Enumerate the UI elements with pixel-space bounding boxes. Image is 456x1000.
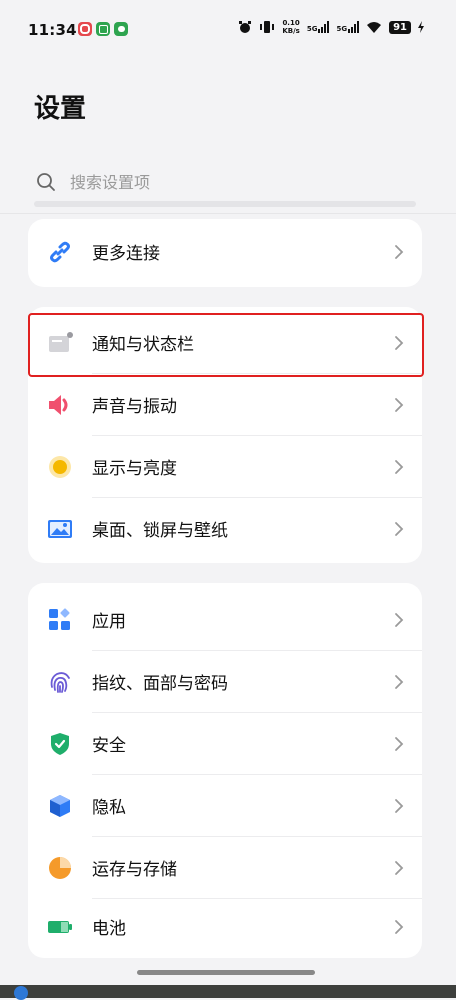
- link-icon: [46, 238, 74, 266]
- brightness-icon: [46, 453, 74, 481]
- app-notif-icon-2: [96, 22, 110, 36]
- search-icon: [37, 173, 55, 191]
- settings-group-connections: 更多连接: [28, 219, 422, 287]
- status-time: 11:34: [28, 21, 77, 39]
- signal-bars-icon: [318, 21, 330, 33]
- home-indicator[interactable]: [137, 970, 315, 975]
- storage-icon: [46, 854, 74, 882]
- settings-item-label: 安全: [92, 736, 126, 756]
- settings-item-privacy[interactable]: 隐私: [28, 775, 422, 836]
- settings-item-battery[interactable]: 电池: [28, 896, 422, 957]
- app-notif-icon-3: [114, 22, 128, 36]
- notification-app-icons: [78, 22, 128, 36]
- header-divider: [0, 213, 456, 214]
- shield-icon: [46, 730, 74, 758]
- chevron-right-icon: [395, 521, 404, 536]
- signal-2-label: 5G: [336, 25, 348, 33]
- alarm-icon: [239, 21, 252, 33]
- search-bar[interactable]: [28, 160, 418, 204]
- chevron-right-icon: [395, 674, 404, 689]
- settings-item-apps[interactable]: 应用: [28, 589, 422, 650]
- chevron-right-icon: [395, 612, 404, 627]
- chevron-right-icon: [395, 244, 404, 259]
- signal-2: 5G: [336, 21, 360, 33]
- settings-item-label: 显示与亮度: [92, 459, 177, 479]
- battery-icon: [46, 913, 74, 941]
- charging-icon: [418, 21, 424, 33]
- settings-item-label: 运存与存储: [92, 860, 177, 880]
- network-speed: 0.10 KB/s: [282, 19, 299, 35]
- settings-item-biometrics[interactable]: 指纹、面部与密码: [28, 651, 422, 712]
- settings-group-system: 应用 指纹、面部与密码 安全 隐私 运存与存储 电池: [28, 583, 422, 958]
- settings-item-label: 桌面、锁屏与壁纸: [92, 521, 228, 541]
- chevron-right-icon: [395, 459, 404, 474]
- apps-icon: [46, 606, 74, 634]
- settings-item-label: 电池: [92, 919, 126, 939]
- battery-level: 91: [389, 20, 411, 34]
- chevron-right-icon: [395, 919, 404, 934]
- settings-item-label: 隐私: [92, 798, 126, 818]
- signal-1: 5G: [307, 21, 330, 33]
- settings-item-storage[interactable]: 运存与存储: [28, 837, 422, 898]
- vibrate-icon: [260, 21, 275, 33]
- app-notif-icon-1: [78, 22, 92, 36]
- signal-1-label: 5G: [306, 25, 318, 33]
- page-title: 设置: [34, 94, 87, 124]
- settings-item-sound[interactable]: 声音与振动: [28, 374, 422, 435]
- highlight-box: [28, 313, 424, 377]
- chevron-right-icon: [395, 860, 404, 875]
- settings-item-label: 指纹、面部与密码: [92, 674, 228, 694]
- chevron-right-icon: [395, 397, 404, 412]
- net-speed-value: 0.10: [282, 19, 300, 27]
- settings-item-label: 声音与振动: [92, 397, 177, 417]
- wallpaper-icon: [46, 515, 74, 543]
- wifi-icon: [367, 21, 382, 33]
- fingerprint-icon: [46, 668, 74, 696]
- settings-item-more-connections[interactable]: 更多连接: [28, 221, 422, 282]
- settings-item-security[interactable]: 安全: [28, 713, 422, 774]
- net-speed-unit: KB/s: [282, 27, 300, 35]
- signal-bars-icon: [348, 21, 360, 33]
- settings-item-label: 应用: [92, 612, 126, 632]
- settings-item-label: 更多连接: [92, 244, 160, 264]
- chevron-right-icon: [395, 798, 404, 813]
- status-bar: 11:34 0.10 KB/s 5G 5G 91: [0, 0, 456, 64]
- settings-item-display[interactable]: 显示与亮度: [28, 436, 422, 497]
- search-divider: [34, 201, 416, 207]
- speaker-icon: [46, 391, 74, 419]
- privacy-icon: [46, 792, 74, 820]
- bottom-strip: [0, 985, 456, 998]
- settings-item-wallpaper[interactable]: 桌面、锁屏与壁纸: [28, 498, 422, 559]
- search-input[interactable]: [68, 171, 372, 193]
- chevron-right-icon: [395, 736, 404, 751]
